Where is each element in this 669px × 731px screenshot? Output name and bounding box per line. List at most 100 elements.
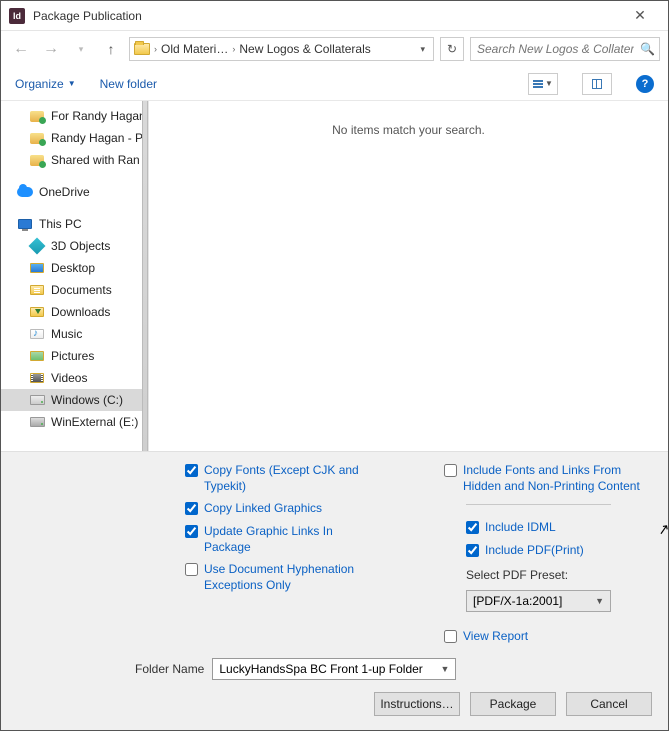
- body: For Randy Hagan Randy Hagan - P Shared w…: [1, 101, 668, 451]
- folder-name-combo[interactable]: LuckyHandsSpa BC Front 1-up Folder ▼: [212, 658, 456, 680]
- close-icon[interactable]: ✕: [620, 7, 660, 24]
- tree-label: Documents: [51, 283, 112, 297]
- search-box[interactable]: 🔍: [470, 37, 660, 61]
- hidden-content-label: Include Fonts and Links From Hidden and …: [463, 462, 643, 494]
- tree-label: Windows (C:): [51, 393, 123, 407]
- recent-dropdown[interactable]: ▾: [69, 37, 93, 61]
- tree-label: 3D Objects: [51, 239, 110, 253]
- music-icon: [30, 329, 44, 339]
- organize-label: Organize: [15, 77, 64, 91]
- chevron-right-icon: ›: [154, 44, 157, 54]
- external-drive-icon: [30, 417, 45, 427]
- folder-name-value: LuckyHandsSpa BC Front 1-up Folder: [219, 662, 422, 676]
- tree-item[interactable]: Documents: [1, 279, 148, 301]
- chevron-down-icon: ▼: [68, 79, 76, 88]
- divider: [466, 504, 611, 505]
- organize-menu[interactable]: Organize ▼: [15, 77, 76, 91]
- tree-item[interactable]: WinExternal (E:): [1, 411, 148, 433]
- forward-button[interactable]: →: [39, 37, 63, 61]
- search-input[interactable]: [477, 42, 634, 56]
- pdf-preset-label: Select PDF Preset:: [466, 568, 654, 582]
- desktop-icon: [30, 263, 44, 273]
- tree-item[interactable]: Pictures: [1, 345, 148, 367]
- app-icon: Id: [9, 8, 25, 24]
- nav-row: ← → ▾ ↑ › Old Materi… › New Logos & Coll…: [1, 31, 668, 67]
- tree-label: Desktop: [51, 261, 95, 275]
- breadcrumb[interactable]: › Old Materi… › New Logos & Collaterals …: [129, 37, 434, 61]
- tree-label: This PC: [39, 217, 82, 231]
- help-button[interactable]: ?: [636, 75, 654, 93]
- search-icon: 🔍: [640, 42, 655, 56]
- refresh-button[interactable]: ↻: [440, 37, 464, 61]
- tree-item[interactable]: Downloads: [1, 301, 148, 323]
- view-report-checkbox[interactable]: [444, 630, 457, 643]
- breadcrumb-item[interactable]: Old Materi…: [161, 42, 228, 56]
- tree-item[interactable]: For Randy Hagan: [1, 105, 148, 127]
- update-links-checkbox[interactable]: [185, 525, 198, 538]
- file-list: No items match your search.: [149, 101, 668, 451]
- pdf-preset-dropdown[interactable]: [PDF/X-1a:2001] ▼: [466, 590, 611, 612]
- scrollbar[interactable]: [142, 101, 148, 451]
- pc-icon: [18, 219, 32, 229]
- tree-label: Videos: [51, 371, 87, 385]
- tree-item[interactable]: Randy Hagan - P: [1, 127, 148, 149]
- copy-linked-checkbox[interactable]: [185, 502, 198, 515]
- tree-item[interactable]: 3D Objects: [1, 235, 148, 257]
- downloads-icon: [30, 307, 44, 317]
- breadcrumb-item[interactable]: New Logos & Collaterals: [239, 42, 370, 56]
- 3d-objects-icon: [29, 238, 46, 255]
- title-bar: Id Package Publication ✕: [1, 1, 668, 31]
- chevron-down-icon: ▼: [545, 79, 553, 88]
- include-idml-checkbox[interactable]: [466, 521, 479, 534]
- hyphenation-checkbox[interactable]: [185, 563, 198, 576]
- documents-icon: [30, 285, 44, 295]
- folder-tree: For Randy Hagan Randy Hagan - P Shared w…: [1, 101, 149, 451]
- videos-icon: [30, 373, 44, 383]
- include-pdf-checkbox[interactable]: [466, 544, 479, 557]
- tree-item-thispc[interactable]: This PC: [1, 213, 148, 235]
- update-links-label: Update Graphic Links In Package: [204, 523, 374, 555]
- tree-label: Pictures: [51, 349, 94, 363]
- toolbar: Organize ▼ New folder ▼ ?: [1, 67, 668, 101]
- back-button[interactable]: ←: [9, 37, 33, 61]
- tree-label: Randy Hagan - P: [51, 131, 143, 145]
- chevron-right-icon: ›: [232, 44, 235, 54]
- shared-folder-icon: [30, 111, 44, 122]
- up-button[interactable]: ↑: [99, 37, 123, 61]
- chevron-down-icon: ▼: [440, 664, 449, 674]
- include-idml-label: Include IDML: [485, 519, 556, 535]
- package-button[interactable]: Package: [470, 692, 556, 716]
- view-mode-button[interactable]: ▼: [528, 73, 558, 95]
- tree-item[interactable]: Music: [1, 323, 148, 345]
- pdf-preset-value: [PDF/X-1a:2001]: [473, 594, 562, 608]
- folder-name-label: Folder Name: [135, 662, 204, 676]
- hyphenation-label: Use Document Hyphenation Exceptions Only: [204, 561, 374, 593]
- tree-label: Shared with Ran: [51, 153, 140, 167]
- hidden-content-checkbox[interactable]: [444, 464, 457, 477]
- view-report-label: View Report: [463, 628, 528, 644]
- onedrive-icon: [17, 187, 33, 197]
- new-folder-button[interactable]: New folder: [100, 77, 157, 91]
- tree-label: For Randy Hagan: [51, 109, 146, 123]
- include-pdf-label: Include PDF(Print): [485, 542, 584, 558]
- chevron-down-icon: ▼: [595, 596, 604, 606]
- tree-item[interactable]: Desktop: [1, 257, 148, 279]
- window-title: Package Publication: [33, 9, 620, 23]
- tree-item-onedrive[interactable]: OneDrive: [1, 181, 148, 203]
- tree-item[interactable]: Videos: [1, 367, 148, 389]
- shared-folder-icon: [30, 133, 44, 144]
- pictures-icon: [30, 351, 44, 361]
- preview-pane-button[interactable]: [582, 73, 612, 95]
- copy-fonts-checkbox[interactable]: [185, 464, 198, 477]
- cancel-button[interactable]: Cancel: [566, 692, 652, 716]
- tree-item-selected[interactable]: Windows (C:): [1, 389, 148, 411]
- folder-icon: [134, 43, 150, 55]
- breadcrumb-dropdown-icon[interactable]: ▾: [416, 44, 429, 55]
- shared-folder-icon: [30, 155, 44, 166]
- instructions-button[interactable]: Instructions…: [374, 692, 460, 716]
- tree-item[interactable]: Shared with Ran: [1, 149, 148, 171]
- copy-fonts-label: Copy Fonts (Except CJK and Typekit): [204, 462, 374, 494]
- tree-label: OneDrive: [39, 185, 90, 199]
- copy-linked-label: Copy Linked Graphics: [204, 500, 322, 516]
- options-panel: Copy Fonts (Except CJK and Typekit) Copy…: [1, 451, 668, 730]
